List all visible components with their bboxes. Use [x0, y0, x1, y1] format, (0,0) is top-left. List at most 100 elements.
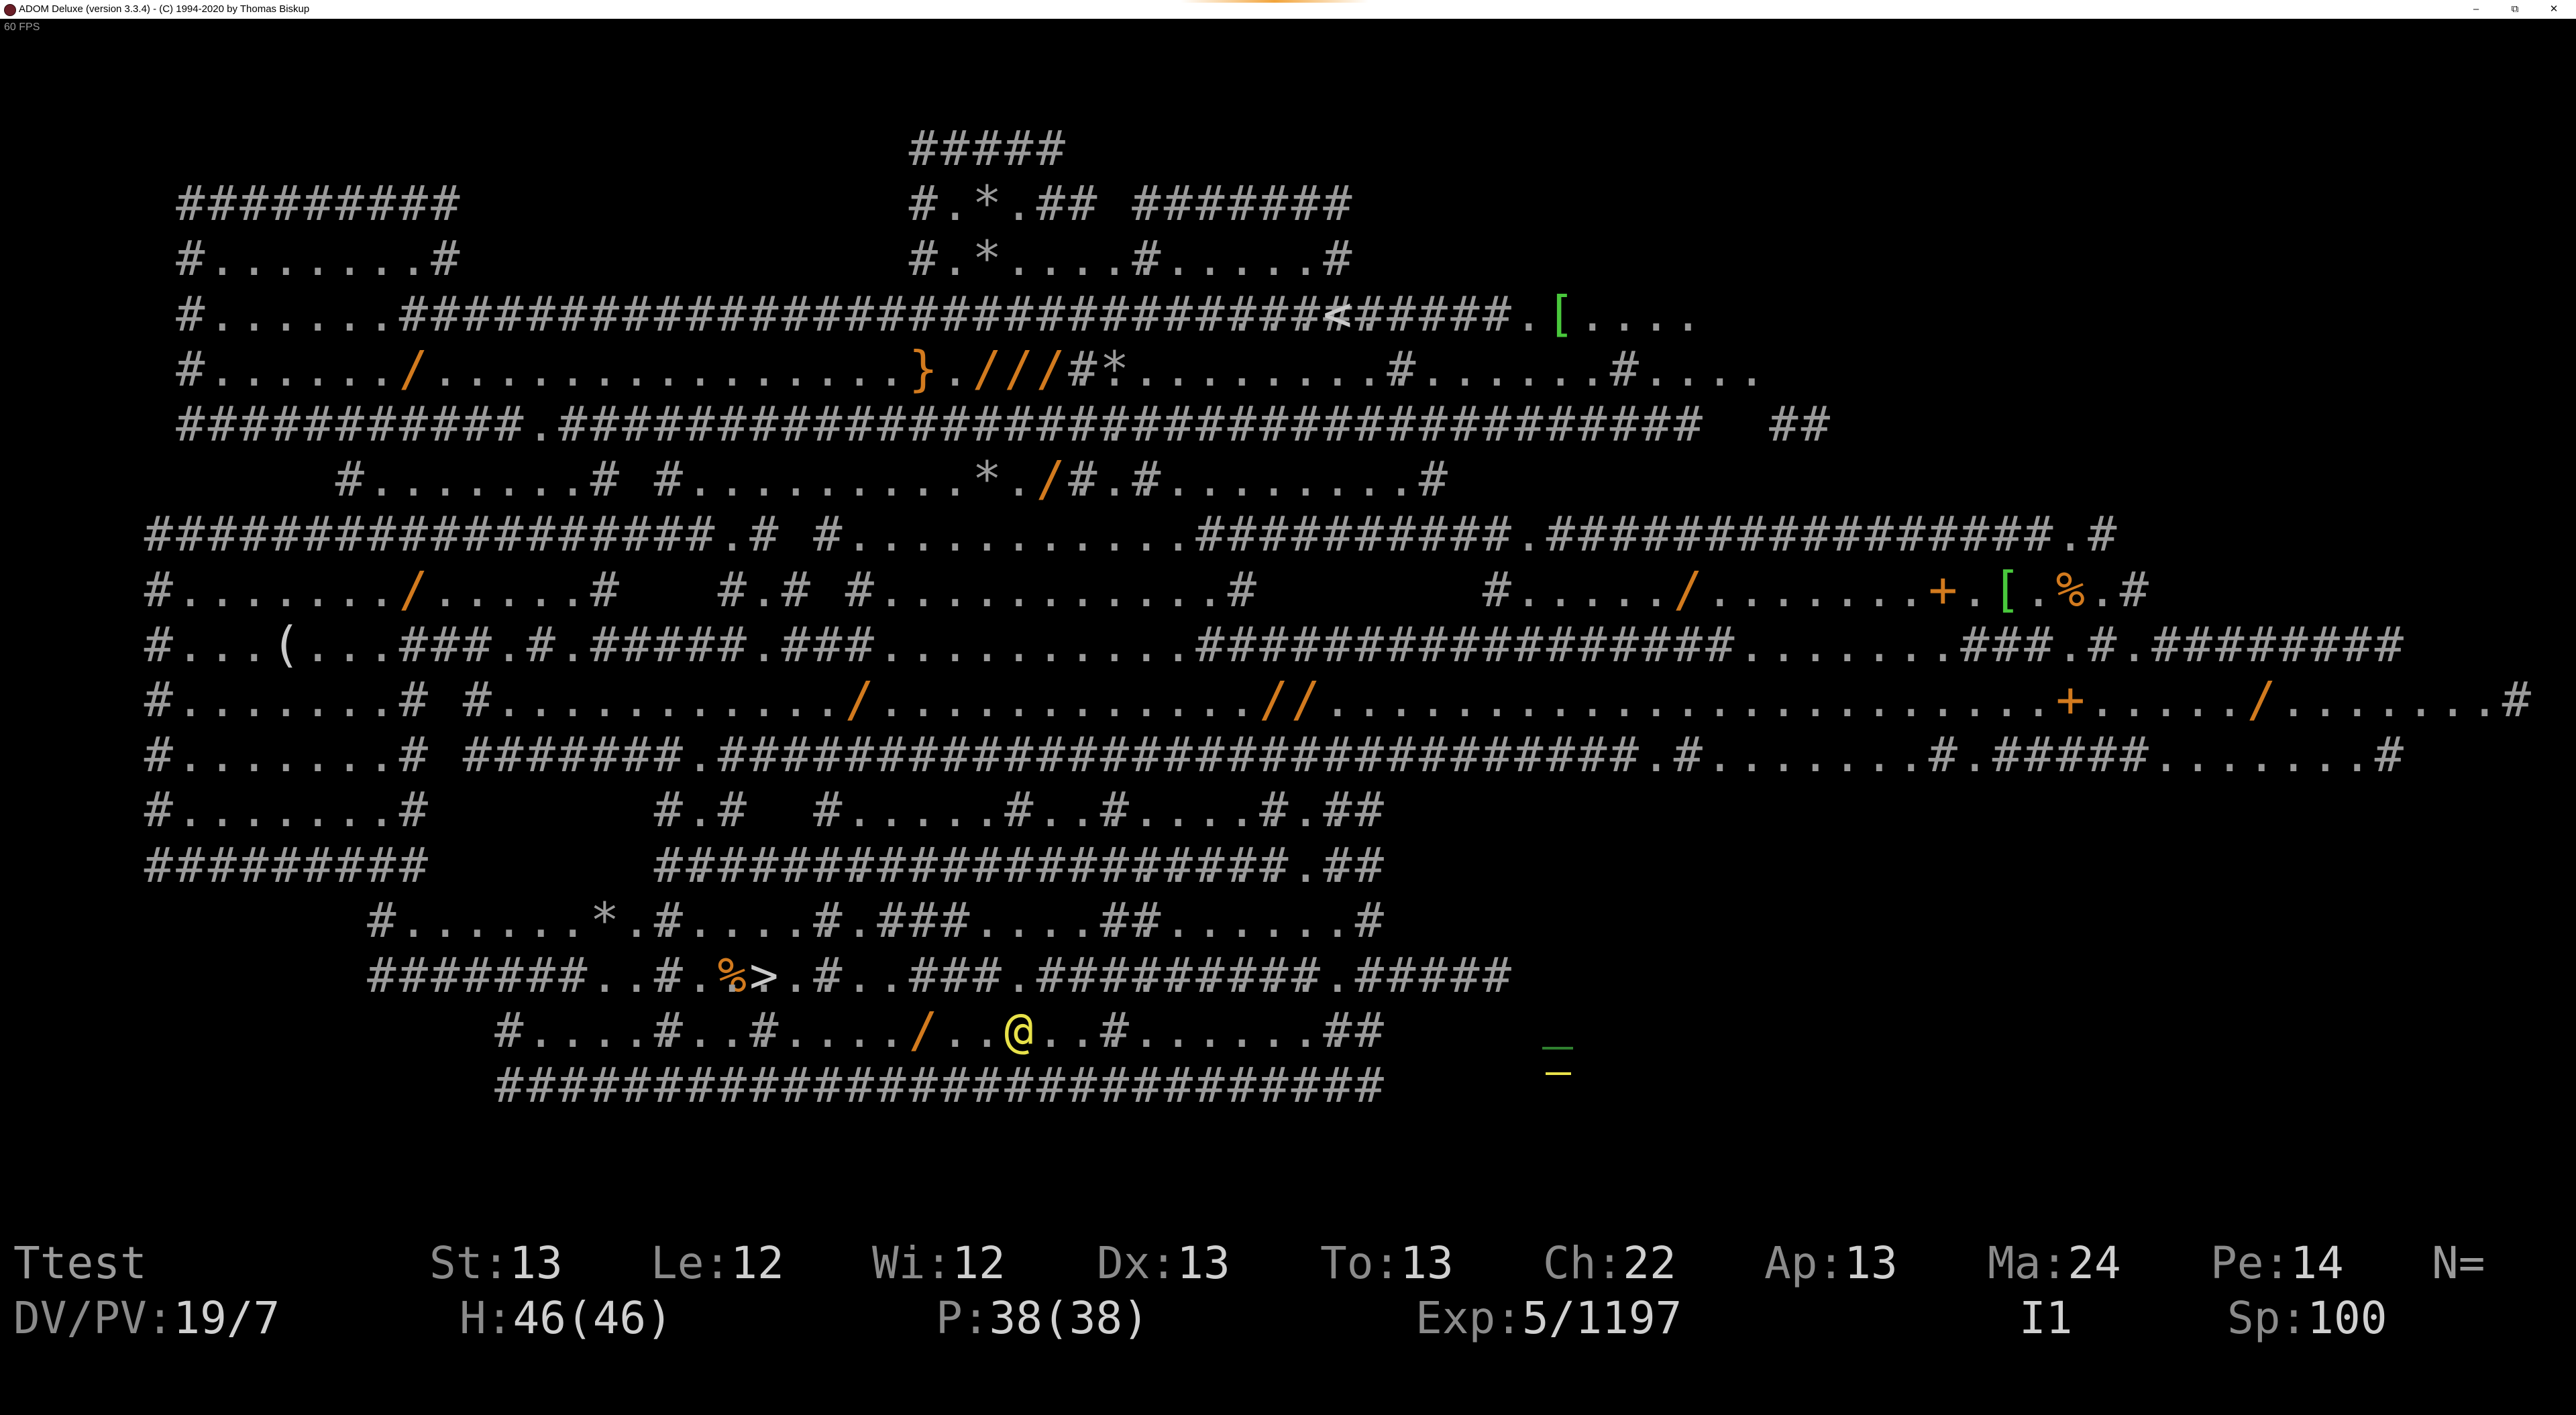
wall-glyph: #: [813, 836, 843, 893]
wall-glyph: #: [653, 1002, 683, 1059]
floor-glyph: .: [1992, 671, 2021, 728]
wall-glyph: #: [686, 506, 715, 563]
wall-glyph: #: [1068, 175, 1097, 232]
floor-glyph: .: [590, 340, 619, 397]
floor-glyph: .: [1099, 396, 1129, 452]
floor-glyph: .: [1099, 616, 1129, 673]
floor-glyph: .: [1323, 781, 1352, 838]
floor-glyph: .: [1609, 671, 1639, 728]
wall-glyph: #: [1418, 947, 1448, 1003]
wall-glyph: #: [526, 616, 555, 673]
floor-glyph: .: [1068, 891, 1097, 948]
floor-glyph: .: [1259, 891, 1289, 948]
status-bar: Ttest St:13 Le:12 Wi:12 Dx:13 To:13 Ch:22 Ap:1…: [0, 1237, 2576, 1371]
floor-glyph: .: [622, 340, 651, 397]
wall-glyph: #: [558, 396, 588, 452]
floor-glyph: .: [1099, 230, 1129, 287]
wall-glyph: #: [1387, 396, 1416, 452]
floor-glyph: .: [303, 230, 333, 287]
floor-glyph: .: [1195, 891, 1225, 948]
wall-glyph: #: [2088, 726, 2117, 783]
stat-ma: Ma:24: [1988, 1237, 2121, 1289]
wall-glyph: #: [1450, 396, 1480, 452]
floor-glyph: .: [431, 340, 460, 397]
floor-glyph: .: [1004, 616, 1034, 673]
floor-glyph: .: [749, 671, 779, 728]
floor-glyph: .: [558, 1002, 588, 1059]
wall-glyph: #: [1227, 175, 1256, 232]
floor-glyph: .: [877, 340, 906, 397]
floor-glyph: .: [1673, 671, 1703, 728]
floor-glyph: .: [271, 230, 301, 287]
floor-glyph: .: [1132, 671, 1161, 728]
floor-glyph: .: [845, 451, 874, 508]
wall-glyph: #: [1354, 781, 1384, 838]
floor-glyph: .: [1004, 506, 1034, 563]
floor-glyph: .: [2343, 726, 2372, 783]
floor-glyph: .: [941, 451, 970, 508]
wall-glyph: #: [845, 396, 874, 452]
floor-glyph: .: [749, 451, 779, 508]
wall-glyph: #: [2502, 671, 2531, 728]
floor-glyph: .: [1227, 1002, 1256, 1059]
floor-glyph: .: [1036, 891, 1065, 948]
wall-glyph: #: [398, 671, 428, 728]
floor-glyph: .: [1163, 671, 1193, 728]
wall-glyph: #: [1960, 616, 1990, 673]
floor-glyph: .: [1227, 340, 1256, 397]
wall-glyph: #: [1068, 1057, 1097, 1114]
floor-glyph: .: [2279, 671, 2308, 728]
wall-glyph: #: [941, 285, 970, 342]
rock-glyph: *: [972, 230, 1002, 287]
floor-glyph: .: [1769, 726, 1799, 783]
floor-glyph: .: [972, 671, 1002, 728]
floor-glyph: .: [1514, 561, 1544, 618]
wand-item-glyph: /: [1036, 451, 1065, 508]
wall-glyph: #: [144, 561, 173, 618]
floor-glyph: .: [749, 1002, 779, 1059]
wall-glyph: #: [303, 506, 333, 563]
wall-glyph: #: [398, 836, 428, 893]
wall-glyph: #: [1227, 1057, 1256, 1114]
floor-glyph: .: [1737, 671, 1766, 728]
player-glyph[interactable]: @: [1003, 1003, 1035, 1058]
dungeon-level: I1: [2019, 1292, 2073, 1344]
floor-glyph: .: [303, 340, 333, 397]
minimize-button[interactable]: –: [2457, 0, 2496, 19]
floor-glyph: .: [1291, 836, 1320, 893]
floor-glyph: .: [1450, 340, 1480, 397]
floor-glyph: .: [303, 671, 333, 728]
character-name: Ttest: [13, 1237, 147, 1289]
restore-button[interactable]: ⧉: [2496, 0, 2534, 19]
pp-stat: P:38(38): [936, 1292, 1149, 1344]
wall-glyph: #: [1418, 285, 1448, 342]
floor-glyph: .: [1036, 230, 1065, 287]
floor-glyph: .: [1163, 616, 1193, 673]
wall-glyph: #: [144, 671, 173, 728]
wall-glyph: #: [1004, 836, 1034, 893]
floor-glyph: .: [239, 671, 269, 728]
floor-glyph: .: [877, 506, 906, 563]
wall-glyph: #: [877, 285, 906, 342]
wall-glyph: #: [1769, 396, 1799, 452]
floor-glyph: .: [1323, 947, 1352, 1003]
floor-glyph: .: [1705, 671, 1735, 728]
floor-glyph: .: [972, 1002, 1002, 1059]
floor-glyph: .: [1036, 1002, 1065, 1059]
wall-glyph: #: [908, 396, 938, 452]
floor-glyph: .: [1546, 340, 1575, 397]
floor-glyph: .: [813, 451, 843, 508]
floor-glyph: .: [2088, 671, 2117, 728]
wall-glyph: #: [1163, 1057, 1193, 1114]
wall-glyph: #: [1609, 616, 1639, 673]
wall-glyph: #: [1036, 836, 1065, 893]
wall-glyph: #: [207, 175, 237, 232]
stat-value: 22: [1623, 1237, 1676, 1289]
floor-glyph: .: [526, 891, 555, 948]
wall-glyph: #: [622, 285, 651, 342]
close-button[interactable]: ✕: [2534, 0, 2573, 19]
floor-glyph: .: [1323, 671, 1352, 728]
dungeon-map[interactable]: # # # # # # # # # # # # # # #. *. # # # # # # # # # #....... # #. *.…: [0, 121, 2576, 1140]
wall-glyph: #: [1673, 506, 1703, 563]
stat-value: 13: [1844, 1237, 1898, 1289]
